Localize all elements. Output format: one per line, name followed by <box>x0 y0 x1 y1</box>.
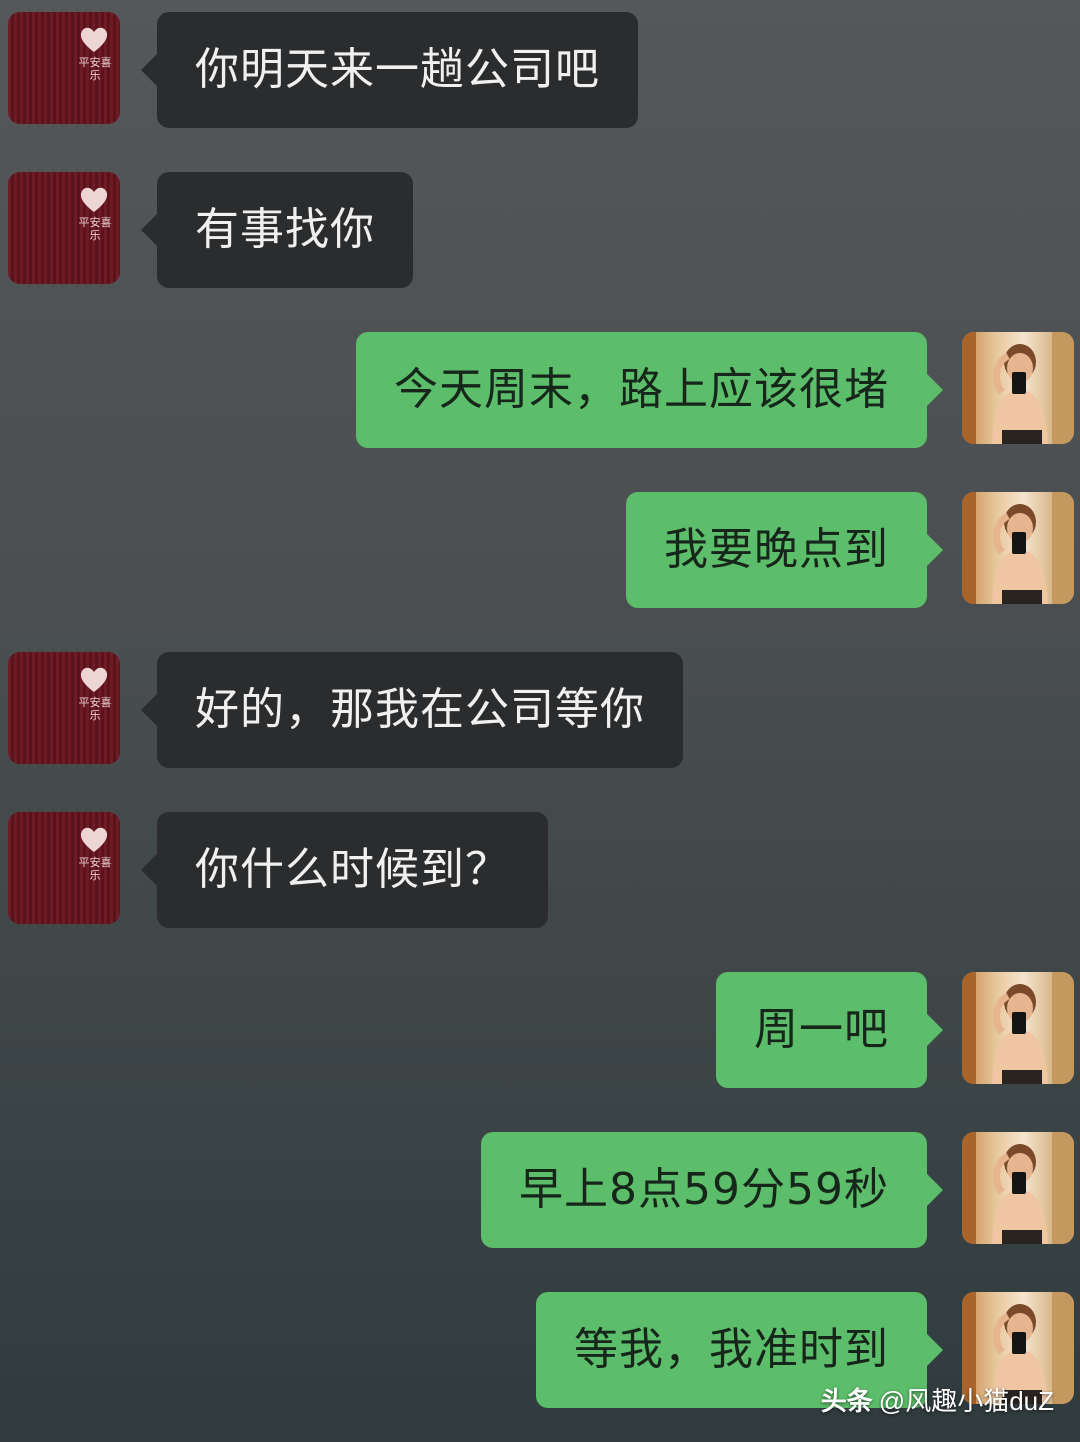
sender-avatar[interactable]: 平安喜乐 <box>8 812 120 924</box>
message-row-sent: 今天周末，路上应该很堵 <box>0 332 1080 448</box>
chat-bubble-received[interactable]: 好的，那我在公司等你 <box>141 652 683 768</box>
my-avatar[interactable] <box>962 492 1074 604</box>
watermark: 头条 @风趣小猫duZ <box>821 1381 1054 1418</box>
sender-avatar[interactable]: 平安喜乐 <box>8 172 120 284</box>
heart-icon <box>80 27 108 52</box>
message-row-sent: 周一吧 <box>0 972 1080 1088</box>
avatar-seal-text: 平安喜乐 <box>78 216 112 242</box>
heart-icon <box>80 187 108 212</box>
avatar-seal-text: 平安喜乐 <box>78 696 112 722</box>
person-photo-icon <box>962 1132 1074 1244</box>
watermark-brand: 头条 <box>820 1386 873 1416</box>
message-row-sent: 早上8点59分59秒 <box>0 1132 1080 1248</box>
message-row-received: 平安喜乐 好的，那我在公司等你 <box>0 652 1080 768</box>
heart-icon <box>80 827 108 852</box>
my-avatar[interactable] <box>962 972 1074 1084</box>
chat-bubble-sent[interactable]: 周一吧 <box>716 972 943 1088</box>
avatar-seal-text: 平安喜乐 <box>78 56 112 82</box>
chat-bubble-sent[interactable]: 我要晚点到 <box>626 492 943 608</box>
sender-avatar[interactable]: 平安喜乐 <box>8 652 120 764</box>
message-row-received: 平安喜乐 你明天来一趟公司吧 <box>0 12 1080 128</box>
chat-bubble-received[interactable]: 你明天来一趟公司吧 <box>141 12 638 128</box>
chat-bubble-sent[interactable]: 早上8点59分59秒 <box>481 1132 943 1248</box>
message-row-sent: 我要晚点到 <box>0 492 1080 608</box>
sender-avatar[interactable]: 平安喜乐 <box>8 12 120 124</box>
person-photo-icon <box>962 492 1074 604</box>
chat-bubble-received[interactable]: 有事找你 <box>141 172 413 288</box>
heart-icon <box>80 667 108 692</box>
message-row-received: 平安喜乐 有事找你 <box>0 172 1080 288</box>
my-avatar[interactable] <box>962 332 1074 444</box>
avatar-seal-text: 平安喜乐 <box>78 856 112 882</box>
chat-bubble-received[interactable]: 你什么时候到？ <box>141 812 548 928</box>
my-avatar[interactable] <box>962 1132 1074 1244</box>
person-photo-icon <box>962 972 1074 1084</box>
message-row-received: 平安喜乐 你什么时候到？ <box>0 812 1080 928</box>
person-photo-icon <box>962 332 1074 444</box>
watermark-handle: @风趣小猫duZ <box>878 1386 1054 1416</box>
chat-bubble-sent[interactable]: 今天周末，路上应该很堵 <box>356 332 943 448</box>
